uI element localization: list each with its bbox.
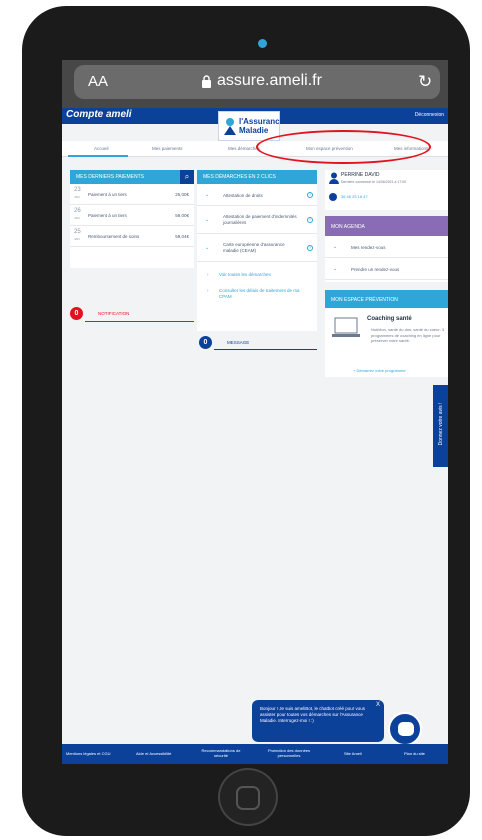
footer-link[interactable]: Aide et Accessibilité	[136, 751, 171, 756]
site-footer: Mentions légales et CGU Aide et Accessib…	[62, 744, 448, 764]
logout-link[interactable]: Déconnexion	[415, 112, 444, 118]
chevron-down-icon: ⌄	[205, 245, 210, 251]
demarche-item[interactable]: ⌄ Attestation de droits ?	[197, 184, 317, 206]
footer-link[interactable]: Protection des données personnelles	[258, 748, 320, 758]
demarche-item[interactable]: ⌄ Carte européenne d'assurance maladie (…	[197, 234, 317, 262]
camera-dot	[258, 39, 267, 48]
highlight-annotation	[256, 130, 431, 164]
info-icon[interactable]: ?	[307, 192, 313, 198]
notification-block[interactable]: 0 NOTIFICATION	[70, 304, 194, 324]
message-underline	[214, 349, 317, 350]
web-page: Compte ameli Déconnexion l'Assurance Mal…	[62, 108, 448, 764]
tablet-screen: AA assure.ameli.fr ↻ Compte ameli Déconn…	[62, 60, 448, 764]
delais-link[interactable]: Consulter les délais de traitement de ma…	[219, 288, 309, 300]
url-text[interactable]: assure.ameli.fr	[217, 72, 322, 90]
message-count: 0	[199, 336, 212, 349]
arrow-right-icon: ›	[207, 288, 209, 293]
address-bar[interactable]: AA assure.ameli.fr ↻	[74, 65, 440, 99]
active-tab-indicator	[68, 155, 128, 157]
agenda-title: MON AGENDA	[325, 216, 448, 236]
payment-row[interactable]: 25 JAN Remboursement de soins 59,04€	[70, 226, 194, 247]
all-demarches-link[interactable]: Voir toutes les démarches	[219, 272, 271, 277]
demarches-panel: MES DÉMARCHES EN 2 CLICS ⌄ Attestation d…	[197, 170, 317, 331]
footer-link[interactable]: Recommandations de sécurité	[196, 748, 246, 758]
user-icon	[329, 172, 339, 184]
tab-accueil[interactable]: Accueil	[94, 146, 109, 151]
demarche-item[interactable]: ⌄ Attestation de paiement d'indemnités j…	[197, 206, 317, 234]
message-block[interactable]: 0 MESSAGE	[197, 334, 317, 352]
notification-count: 0	[70, 307, 83, 320]
close-icon[interactable]: X	[376, 702, 380, 708]
lock-icon	[202, 75, 211, 88]
brand-title: Compte ameli	[66, 109, 132, 120]
user-name: PERRINE DAVID	[341, 172, 380, 178]
logo-text-line1: l'Assurance	[239, 117, 285, 126]
chatbot-avatar-icon[interactable]	[388, 712, 422, 746]
tab-mes-paiements[interactable]: Mes paiements	[152, 146, 183, 151]
home-button[interactable]	[218, 768, 278, 826]
last-login: Dernière connexion le 14/06/2021 à 17:00	[341, 180, 407, 184]
payments-title: MES DERNIERS PAIEMENTS ⌕	[70, 170, 194, 184]
notification-underline	[85, 321, 194, 322]
footer-link[interactable]: Plan du site	[404, 751, 425, 756]
logo-icon	[224, 118, 236, 135]
coaching-text: Nutrition, santé du dos, santé du coeur:…	[371, 327, 445, 343]
chevron-down-icon: ⌄	[333, 266, 338, 272]
agenda-item[interactable]: ⌄ Mes rendez-vous	[325, 236, 448, 258]
info-icon[interactable]: ?	[307, 217, 313, 223]
agenda-item[interactable]: ⌄ Prendre un rendez-vous	[325, 258, 448, 280]
phone-number[interactable]: 36 46 25 16 47	[341, 194, 368, 199]
laptop-icon	[332, 317, 360, 337]
payments-panel: MES DERNIERS PAIEMENTS ⌕ 23 JAN Paiement …	[70, 170, 194, 268]
agenda-panel: MON AGENDA ⌄ Mes rendez-vous ⌄ Prendre u…	[325, 216, 448, 282]
coaching-title: Coaching santé	[367, 316, 412, 322]
chevron-down-icon: ⌄	[205, 217, 210, 223]
message-label: MESSAGE	[227, 340, 250, 345]
payment-row[interactable]: 26 JAN Paiement à un tiers 59,00€	[70, 205, 194, 226]
feedback-tab[interactable]: Donnez votre avis !	[433, 385, 448, 467]
reload-icon[interactable]: ↻	[418, 72, 432, 92]
chevron-down-icon: ⌄	[333, 244, 338, 250]
notification-label: NOTIFICATION	[98, 311, 130, 316]
info-icon[interactable]: ?	[307, 245, 313, 251]
logo-text-line2: Maladie	[239, 126, 269, 135]
search-icon[interactable]: ⌕	[180, 170, 194, 184]
payment-row[interactable]: 23 JAN Paiement à un tiers 25,00€	[70, 184, 194, 205]
prevention-title: MON ESPACE PRÉVENTION	[325, 290, 448, 308]
browser-toolbar: AA assure.ameli.fr ↻	[62, 60, 448, 108]
phone-icon	[329, 193, 337, 201]
footer-link[interactable]: Site Ameli	[344, 751, 362, 756]
start-program-link[interactable]: + Démarrez votre programme	[353, 368, 406, 373]
prevention-panel: MON ESPACE PRÉVENTION Coaching santé Nut…	[325, 290, 448, 377]
demarches-title: MES DÉMARCHES EN 2 CLICS	[197, 170, 317, 184]
footer-link[interactable]: Mentions légales et CGU	[66, 751, 110, 756]
chevron-down-icon: ⌄	[205, 192, 210, 198]
text-size-button[interactable]: AA	[88, 73, 108, 90]
chatbot-bubble[interactable]: Bonjour ! Je suis ameliBot, le chatbot c…	[252, 700, 384, 742]
chatbot-text: Bonjour ! Je suis ameliBot, le chatbot c…	[260, 706, 366, 723]
arrow-right-icon: ›	[207, 272, 209, 277]
user-panel: PERRINE DAVID Dernière connexion le 14/0…	[325, 170, 448, 210]
